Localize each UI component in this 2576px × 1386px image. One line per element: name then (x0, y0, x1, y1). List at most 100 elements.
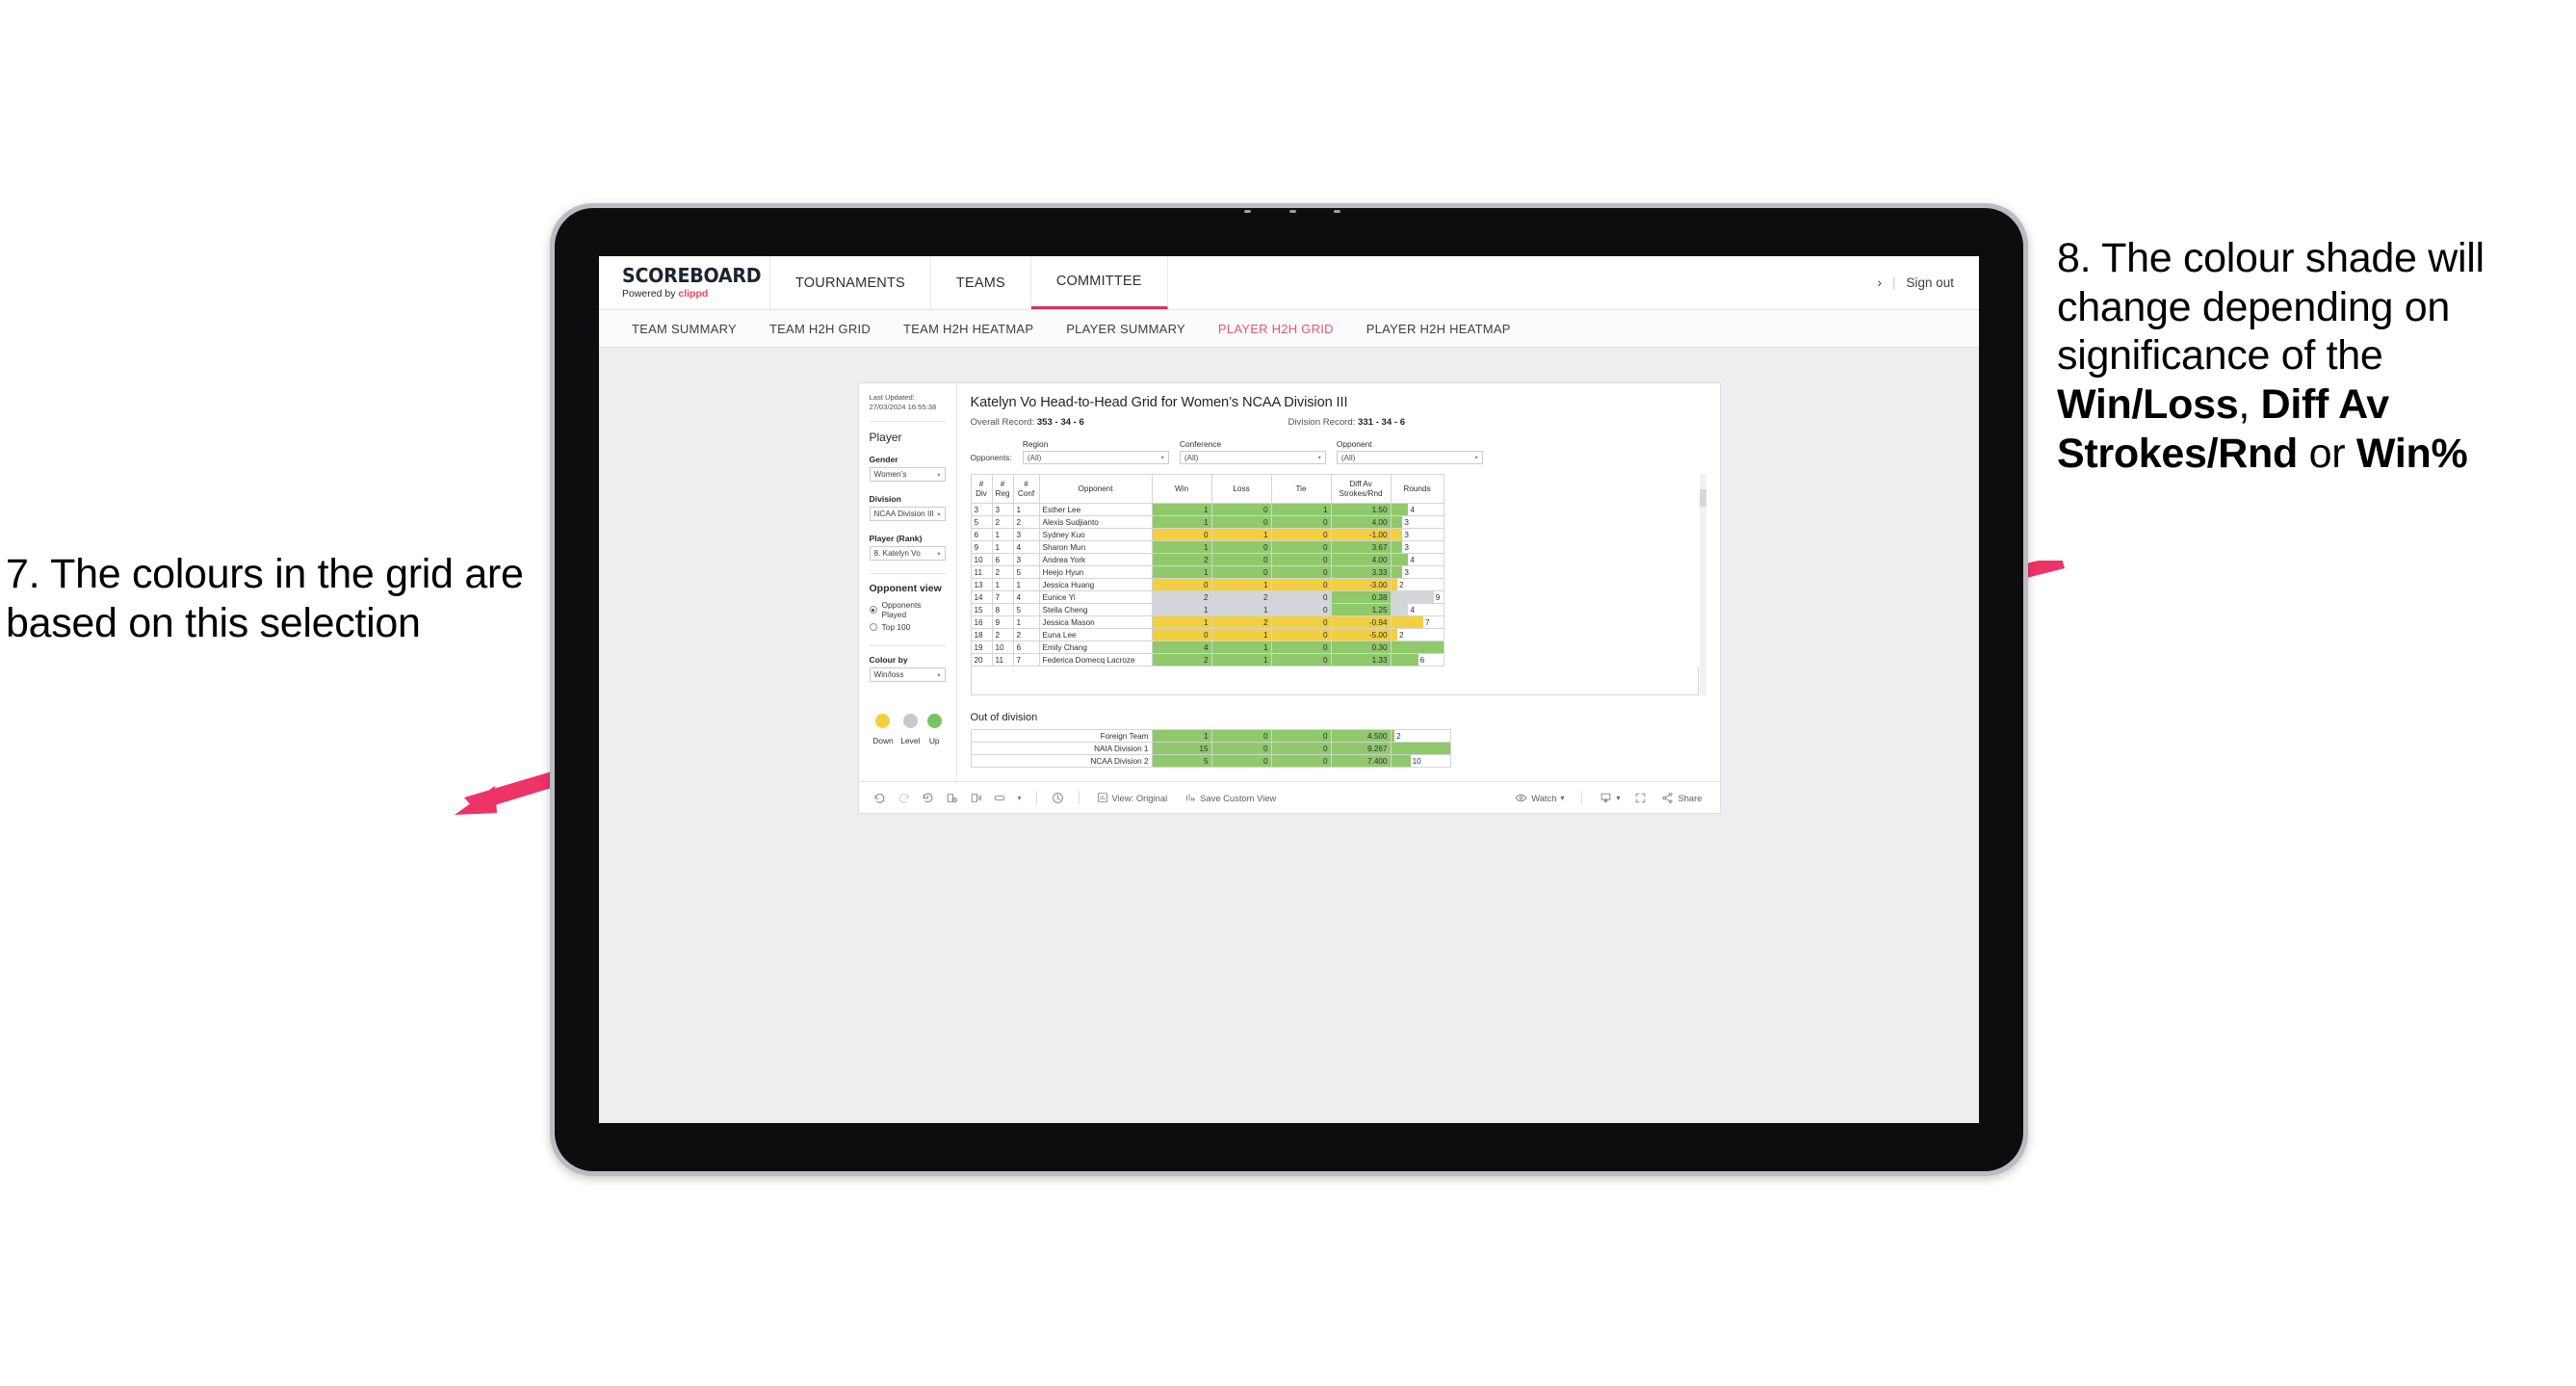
chevron-right-icon[interactable]: › (1877, 275, 1882, 290)
tab-team-summary[interactable]: TEAM SUMMARY (632, 322, 737, 336)
cell-reg[interactable]: 8 (991, 603, 1014, 616)
rounds-bar-cell[interactable]: 3 (1390, 565, 1444, 579)
cell-div[interactable]: 16 (970, 615, 993, 629)
cell-div[interactable]: 3 (970, 503, 993, 516)
view-original-button[interactable]: View: Original (1090, 792, 1175, 803)
cell-reg[interactable]: 9 (991, 615, 1014, 629)
table-row[interactable]: 16 9 1 Jessica Mason 1 2 0 -0.94 7 (970, 615, 1444, 629)
cell-reg[interactable]: 1 (991, 578, 1014, 591)
tab-player-summary[interactable]: PLAYER SUMMARY (1066, 322, 1185, 336)
cell-conf[interactable]: 6 (1012, 641, 1040, 654)
rounds-bar-cell[interactable]: 30 (1390, 742, 1451, 755)
cell-div[interactable]: 5 (970, 515, 993, 529)
tab-player-h2h-heatmap[interactable]: PLAYER H2H HEATMAP (1366, 322, 1511, 336)
cell-reg[interactable]: 1 (991, 528, 1014, 541)
out-of-division-row[interactable]: NCAA Division 2 5 0 0 7.400 10 (970, 754, 1451, 768)
cell-conf[interactable]: 4 (1012, 540, 1040, 554)
revert-icon[interactable] (918, 788, 938, 808)
rounds-bar-cell[interactable]: 2 (1390, 578, 1444, 591)
cell-reg[interactable]: 10 (991, 641, 1014, 654)
table-row[interactable]: 9 1 4 Sharon Mun 1 0 0 3.67 3 (970, 540, 1444, 554)
division-select[interactable]: NCAA Division III ▾ (869, 507, 946, 522)
cell-div[interactable]: 20 (970, 653, 993, 667)
cell-div[interactable]: 10 (970, 553, 993, 566)
table-row[interactable]: 11 2 5 Heejo Hyun 1 0 0 3.33 3 (970, 565, 1444, 579)
table-row[interactable]: 5 2 2 Alexis Sudjianto 1 0 0 4.00 3 (970, 515, 1444, 529)
table-row[interactable]: 10 6 3 Andrea York 2 0 0 4.00 4 (970, 553, 1444, 566)
rounds-bar-cell[interactable]: 7 (1390, 615, 1444, 629)
col-header-conf[interactable]: # Conf (1012, 474, 1040, 504)
cell-div[interactable]: 14 (970, 590, 993, 604)
col-header-win[interactable]: Win (1151, 474, 1212, 504)
table-scrollbar[interactable] (1699, 474, 1706, 695)
col-header-diff-av-strokes-rnd[interactable]: Diff Av Strokes/Rnd (1330, 474, 1392, 504)
cell-div[interactable]: 19 (970, 641, 993, 654)
table-row[interactable]: 18 2 2 Euna Lee 0 1 0 -5.00 2 (970, 628, 1444, 641)
player-rank-select[interactable]: 8. Katelyn Vo ▾ (869, 546, 946, 562)
table-row[interactable]: 3 3 1 Esther Lee 1 0 1 1.50 4 (970, 503, 1444, 516)
cell-opponent[interactable]: Eunice Yi (1038, 590, 1153, 604)
table-row[interactable]: 19106Emily Chang4100.3011 (970, 641, 1444, 654)
save-custom-view-button[interactable]: Save Custom View (1178, 792, 1283, 803)
cell-conf[interactable]: 2 (1012, 515, 1040, 529)
col-header-reg[interactable]: # Reg (991, 474, 1014, 504)
col-header-div[interactable]: # Div (970, 474, 993, 504)
cell-conf[interactable]: 1 (1012, 615, 1040, 629)
cell-opponent[interactable]: Jessica Huang (1038, 578, 1153, 591)
cell-div[interactable]: 13 (970, 578, 993, 591)
redo-icon[interactable] (894, 788, 914, 808)
cell-opponent-group[interactable]: Foreign Team (970, 729, 1153, 743)
table-row[interactable]: 15 8 5 Stella Cheng 1 1 0 1.25 4 (970, 603, 1444, 616)
cell-reg[interactable]: 7 (991, 590, 1014, 604)
cell-reg[interactable]: 2 (991, 565, 1014, 579)
gender-select[interactable]: Women’s ▾ (869, 467, 946, 483)
table-row[interactable]: 20 11 7 Federica Domecq Lacroze 2 1 0 1.33 6 (970, 653, 1444, 667)
table-row[interactable]: 14 7 4 Eunice Yi 2 2 0 0.38 9 (970, 590, 1444, 604)
cell-conf[interactable]: 1 (1012, 503, 1040, 516)
out-of-division-row[interactable]: Foreign Team 1 0 0 4.500 2 (970, 729, 1451, 743)
rounds-bar-cell[interactable]: 4 (1390, 553, 1444, 566)
rounds-bar-cell[interactable]: 3 (1390, 515, 1444, 529)
out-of-division-table[interactable]: Foreign Team 1 0 0 4.500 2 NAIA Division 1 15 0 0… (970, 729, 1451, 768)
watch-button[interactable]: Watch ▾ (1508, 792, 1571, 804)
rounds-bar-cell[interactable]: 4 (1390, 503, 1444, 516)
view-shape-icon[interactable] (990, 788, 1010, 808)
share-button[interactable]: Share (1654, 792, 1708, 804)
cell-opponent[interactable]: Emily Chang (1038, 641, 1153, 654)
cell-opponent[interactable]: Federica Domecq Lacroze (1038, 653, 1153, 667)
cell-conf[interactable]: 3 (1012, 528, 1040, 541)
cell-conf[interactable]: 1 (1012, 578, 1040, 591)
cell-reg[interactable]: 6 (991, 553, 1014, 566)
tab-team-h2h-heatmap[interactable]: TEAM H2H HEATMAP (903, 322, 1033, 336)
cell-conf[interactable]: 3 (1012, 553, 1040, 566)
rounds-bar-cell[interactable]: 2 (1390, 628, 1444, 641)
tab-player-h2h-grid[interactable]: PLAYER H2H GRID (1218, 322, 1334, 336)
cell-opponent[interactable]: Esther Lee (1038, 503, 1153, 516)
pause-updates-icon[interactable] (966, 788, 986, 808)
fullscreen-icon[interactable] (1630, 788, 1651, 808)
cell-conf[interactable]: 7 (1012, 653, 1040, 667)
refresh-data-icon[interactable] (942, 788, 962, 808)
cell-div[interactable]: 15 (970, 603, 993, 616)
cell-opponent[interactable]: Andrea York (1038, 553, 1153, 566)
cell-opponent[interactable]: Euna Lee (1038, 628, 1153, 641)
cell-opponent[interactable]: Alexis Sudjianto (1038, 515, 1153, 529)
h2h-grid-table[interactable]: # Div # Reg # Conf Opponent Win Loss Tie Diff Av St… (970, 474, 1444, 667)
view-shape-caret-icon[interactable]: ▾ (1014, 788, 1026, 808)
rounds-bar-cell[interactable]: 6 (1390, 653, 1444, 667)
rounds-bar-cell[interactable]: 4 (1390, 603, 1444, 616)
col-header-loss[interactable]: Loss (1210, 474, 1272, 504)
cell-opponent-group[interactable]: NAIA Division 1 (970, 742, 1153, 755)
sign-out-button[interactable]: Sign out (1906, 275, 1954, 290)
cell-div[interactable]: 9 (970, 540, 993, 554)
colour-by-select[interactable]: Win/loss ▾ (869, 667, 946, 683)
cell-opponent[interactable]: Heejo Hyun (1038, 565, 1153, 579)
cell-div[interactable]: 11 (970, 565, 993, 579)
undo-icon[interactable] (870, 788, 890, 808)
nav-committee[interactable]: COMMITTEE (1030, 256, 1168, 309)
col-header-rounds[interactable]: Rounds (1390, 474, 1444, 504)
filter-opponent-select[interactable]: (All) ▾ (1336, 451, 1483, 464)
history-icon[interactable] (1048, 788, 1068, 808)
cell-conf[interactable]: 4 (1012, 590, 1040, 604)
tab-team-h2h-grid[interactable]: TEAM H2H GRID (769, 322, 871, 336)
